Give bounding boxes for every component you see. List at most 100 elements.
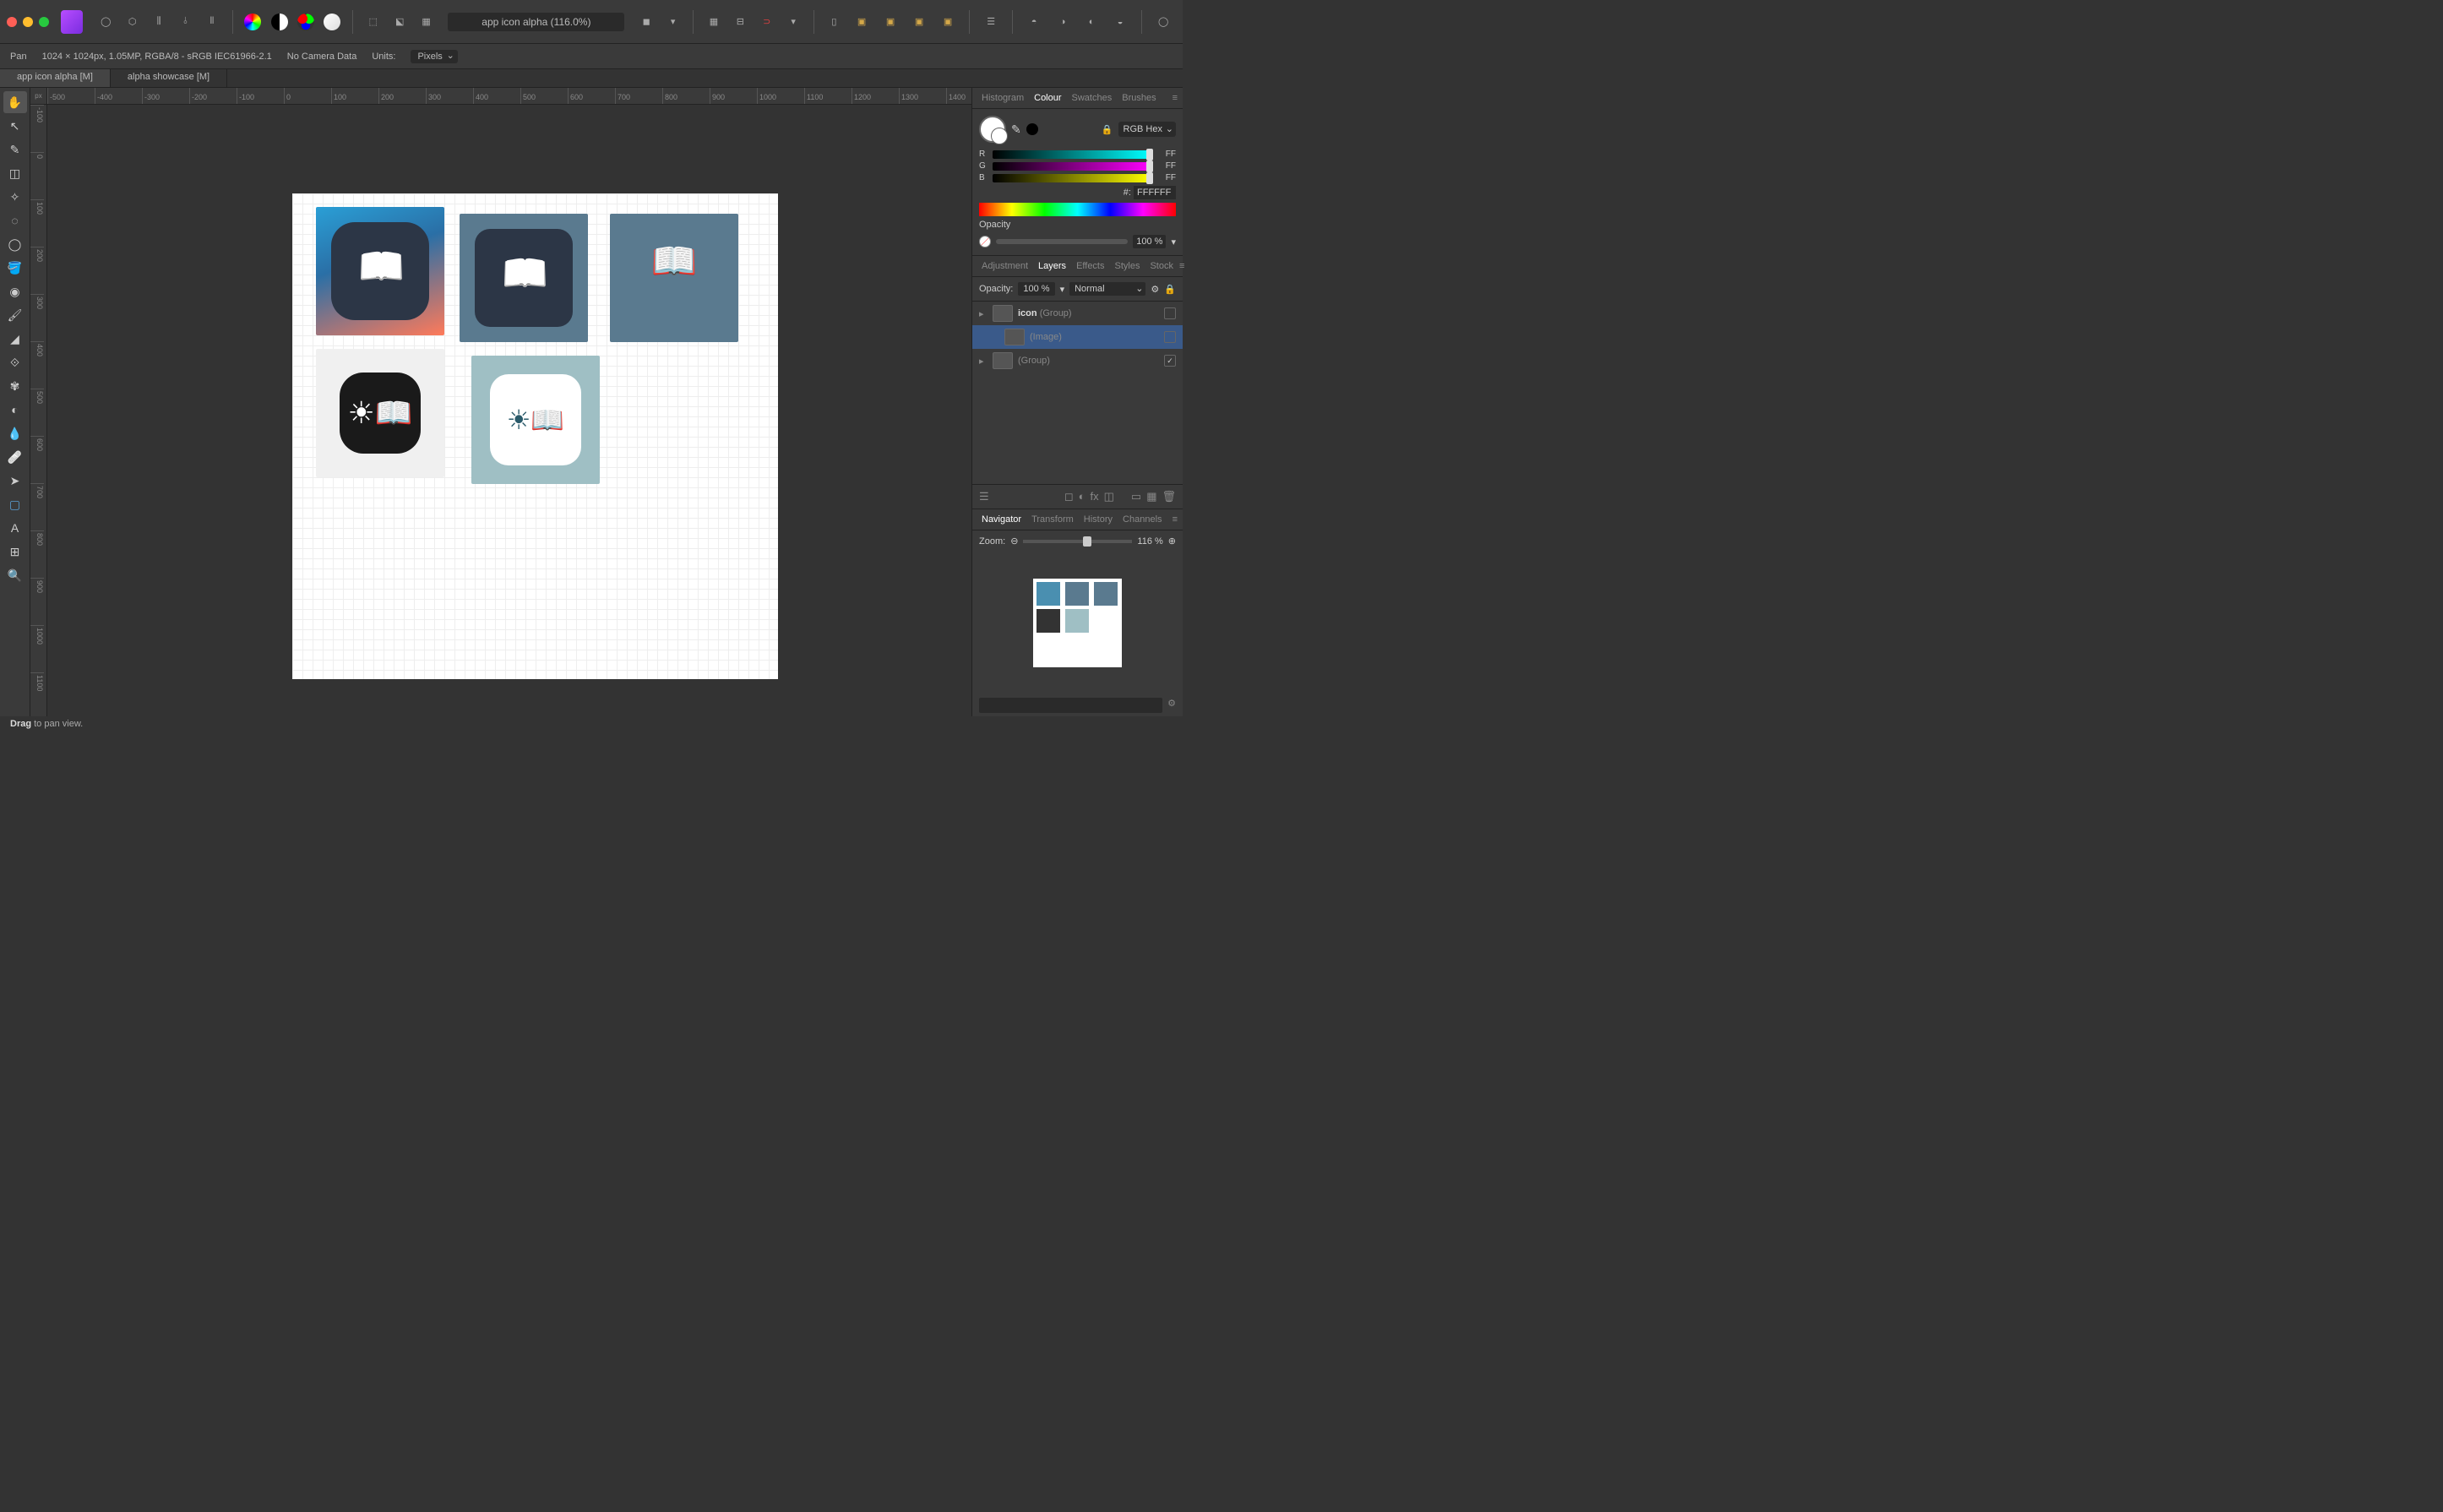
hue-spectrum[interactable]: [979, 203, 1176, 216]
colour-format-select[interactable]: RGB Hex: [1118, 122, 1176, 137]
blend-mode-select[interactable]: Normal: [1069, 282, 1145, 296]
expand-arrow-icon[interactable]: ▸: [979, 356, 988, 367]
layer-row[interactable]: ▸ (Group): [972, 349, 1183, 373]
panel-tab-histogram[interactable]: Histogram: [977, 91, 1028, 105]
layer-opacity-value[interactable]: 100 %: [1018, 282, 1054, 296]
panel-tab-transform[interactable]: Transform: [1027, 513, 1078, 526]
layer-visibility-checkbox[interactable]: [1164, 331, 1176, 343]
boolean-divide-icon[interactable]: ◒: [1107, 9, 1133, 35]
panel-tab-adjustment[interactable]: Adjustment: [977, 259, 1032, 273]
secondary-colour-swatch[interactable]: [1026, 123, 1038, 135]
healing-brush-tool[interactable]: 🩹: [3, 446, 27, 468]
view-hand-tool[interactable]: ✋: [3, 91, 27, 113]
opacity-value[interactable]: 100 %: [1133, 235, 1166, 248]
selection-marquee-icon[interactable]: ⬚: [362, 9, 384, 35]
mesh-warp-tool[interactable]: ⊞: [3, 541, 27, 563]
text-tool[interactable]: A: [3, 517, 27, 539]
colour-wheel-icon[interactable]: [242, 9, 264, 35]
pen-tool[interactable]: ➤: [3, 470, 27, 492]
selection-refine-icon[interactable]: ▦: [415, 9, 438, 35]
selection-diagonal-icon[interactable]: ⬕: [388, 9, 411, 35]
layers-stack-icon[interactable]: ☰: [979, 490, 989, 503]
minimize-window-button[interactable]: [23, 17, 33, 27]
dropdown-arrow-icon[interactable]: ▾: [781, 9, 804, 35]
opacity-slider[interactable]: [996, 239, 1128, 244]
rgb-icon[interactable]: [294, 9, 317, 35]
zoom-slider[interactable]: [1023, 540, 1132, 543]
group-layer-icon[interactable]: ▭: [1131, 490, 1141, 503]
dodge-brush-tool[interactable]: ◐: [3, 399, 27, 421]
panel-tab-navigator[interactable]: Navigator: [977, 513, 1026, 526]
grid-icon[interactable]: ▦: [702, 9, 725, 35]
persona-export-icon[interactable]: ⫴: [200, 9, 223, 35]
delete-layer-icon[interactable]: 🗑: [1162, 490, 1176, 503]
move-tool[interactable]: ↖: [3, 115, 27, 137]
b-slider[interactable]: [993, 174, 1151, 182]
panel-tab-styles[interactable]: Styles: [1111, 259, 1145, 273]
panel-tab-history[interactable]: History: [1080, 513, 1117, 526]
arrange-front-icon[interactable]: ▣: [935, 9, 960, 35]
boolean-add-icon[interactable]: ◓: [1021, 9, 1047, 35]
clone-brush-tool[interactable]: ⟐: [3, 351, 27, 373]
vertical-ruler[interactable]: -100010020030040050060070080090010001100: [30, 105, 47, 716]
maximize-window-button[interactable]: [39, 17, 49, 27]
blur-brush-tool[interactable]: 💧: [3, 422, 27, 444]
r-value[interactable]: FF: [1156, 150, 1176, 159]
panel-tab-brushes[interactable]: Brushes: [1118, 91, 1160, 105]
r-slider[interactable]: [993, 150, 1151, 159]
document-tab[interactable]: alpha showcase [M]: [111, 69, 227, 87]
gear-icon[interactable]: ⚙: [1151, 284, 1159, 295]
freehand-selection-tool[interactable]: ◌: [3, 209, 27, 231]
assistant-icon[interactable]: ▯: [823, 9, 846, 35]
contrast-icon[interactable]: [268, 9, 291, 35]
fx-layer-icon[interactable]: fx: [1090, 490, 1098, 503]
align-icon[interactable]: ☰: [978, 9, 1004, 35]
zoom-in-icon[interactable]: ⊕: [1168, 536, 1176, 547]
boolean-intersect-icon[interactable]: ◐: [1079, 9, 1104, 35]
lock-icon[interactable]: 🔒: [1164, 284, 1176, 295]
persona-photo-icon[interactable]: ◯: [95, 9, 117, 35]
boolean-subtract-icon[interactable]: ◑: [1050, 9, 1075, 35]
arrange-back-icon[interactable]: ▣: [849, 9, 874, 35]
snapping-magnet-icon[interactable]: ⊃: [755, 9, 778, 35]
units-select[interactable]: Pixels: [411, 50, 457, 63]
opacity-dropdown-icon[interactable]: ▾: [1171, 237, 1176, 247]
b-value[interactable]: FF: [1156, 173, 1176, 182]
crop-layer-icon[interactable]: ◫: [1104, 490, 1114, 503]
adjustment-layer-icon[interactable]: ◐: [1079, 490, 1085, 503]
hex-input[interactable]: [1134, 186, 1176, 199]
soft-proof-icon[interactable]: [321, 9, 344, 35]
marquee-selection-tool[interactable]: ◯: [3, 233, 27, 255]
panel-menu-icon[interactable]: ≡: [1179, 261, 1184, 271]
panel-tab-colour[interactable]: Colour: [1030, 91, 1065, 105]
panel-tab-swatches[interactable]: Swatches: [1068, 91, 1117, 105]
zoom-tool[interactable]: 🔍: [3, 564, 27, 586]
colour-swatch-selector[interactable]: [979, 116, 1006, 143]
close-window-button[interactable]: [7, 17, 17, 27]
eyedropper-icon[interactable]: ✎: [1011, 122, 1021, 137]
panel-menu-icon[interactable]: ≡: [1173, 514, 1178, 525]
layer-visibility-checkbox[interactable]: [1164, 355, 1176, 367]
panel-tab-channels[interactable]: Channels: [1118, 513, 1166, 526]
persona-tone-icon[interactable]: ⫰: [174, 9, 197, 35]
advanced-settings-icon[interactable]: ⚙: [1167, 698, 1176, 713]
none-swatch-icon[interactable]: [979, 236, 991, 247]
document-tab[interactable]: app icon alpha [M]: [0, 69, 111, 87]
panel-menu-icon[interactable]: ≡: [1173, 93, 1178, 103]
account-icon[interactable]: ◯: [1151, 9, 1176, 35]
selection-brush-tool[interactable]: ✧: [3, 186, 27, 208]
g-value[interactable]: FF: [1156, 161, 1176, 171]
persona-liquify-icon[interactable]: ⬡: [121, 9, 144, 35]
ruler-unit-label[interactable]: px: [30, 88, 47, 105]
layer-visibility-checkbox[interactable]: [1164, 307, 1176, 319]
inpainting-brush-tool[interactable]: ✾: [3, 375, 27, 397]
mask-layer-icon[interactable]: ◻: [1064, 490, 1074, 503]
snap-guides-icon[interactable]: ⊟: [729, 9, 752, 35]
panel-tab-stock[interactable]: Stock: [1145, 259, 1178, 273]
layer-row[interactable]: ▸ icon (Group): [972, 302, 1183, 325]
add-pixel-layer-icon[interactable]: ▦: [1146, 490, 1156, 503]
rectangle-tool[interactable]: ▢: [3, 493, 27, 515]
expand-arrow-icon[interactable]: ▸: [979, 308, 988, 319]
document-canvas[interactable]: 📖 ☀📖 ☀📖: [292, 193, 778, 679]
arrange-backward-icon[interactable]: ▣: [878, 9, 903, 35]
